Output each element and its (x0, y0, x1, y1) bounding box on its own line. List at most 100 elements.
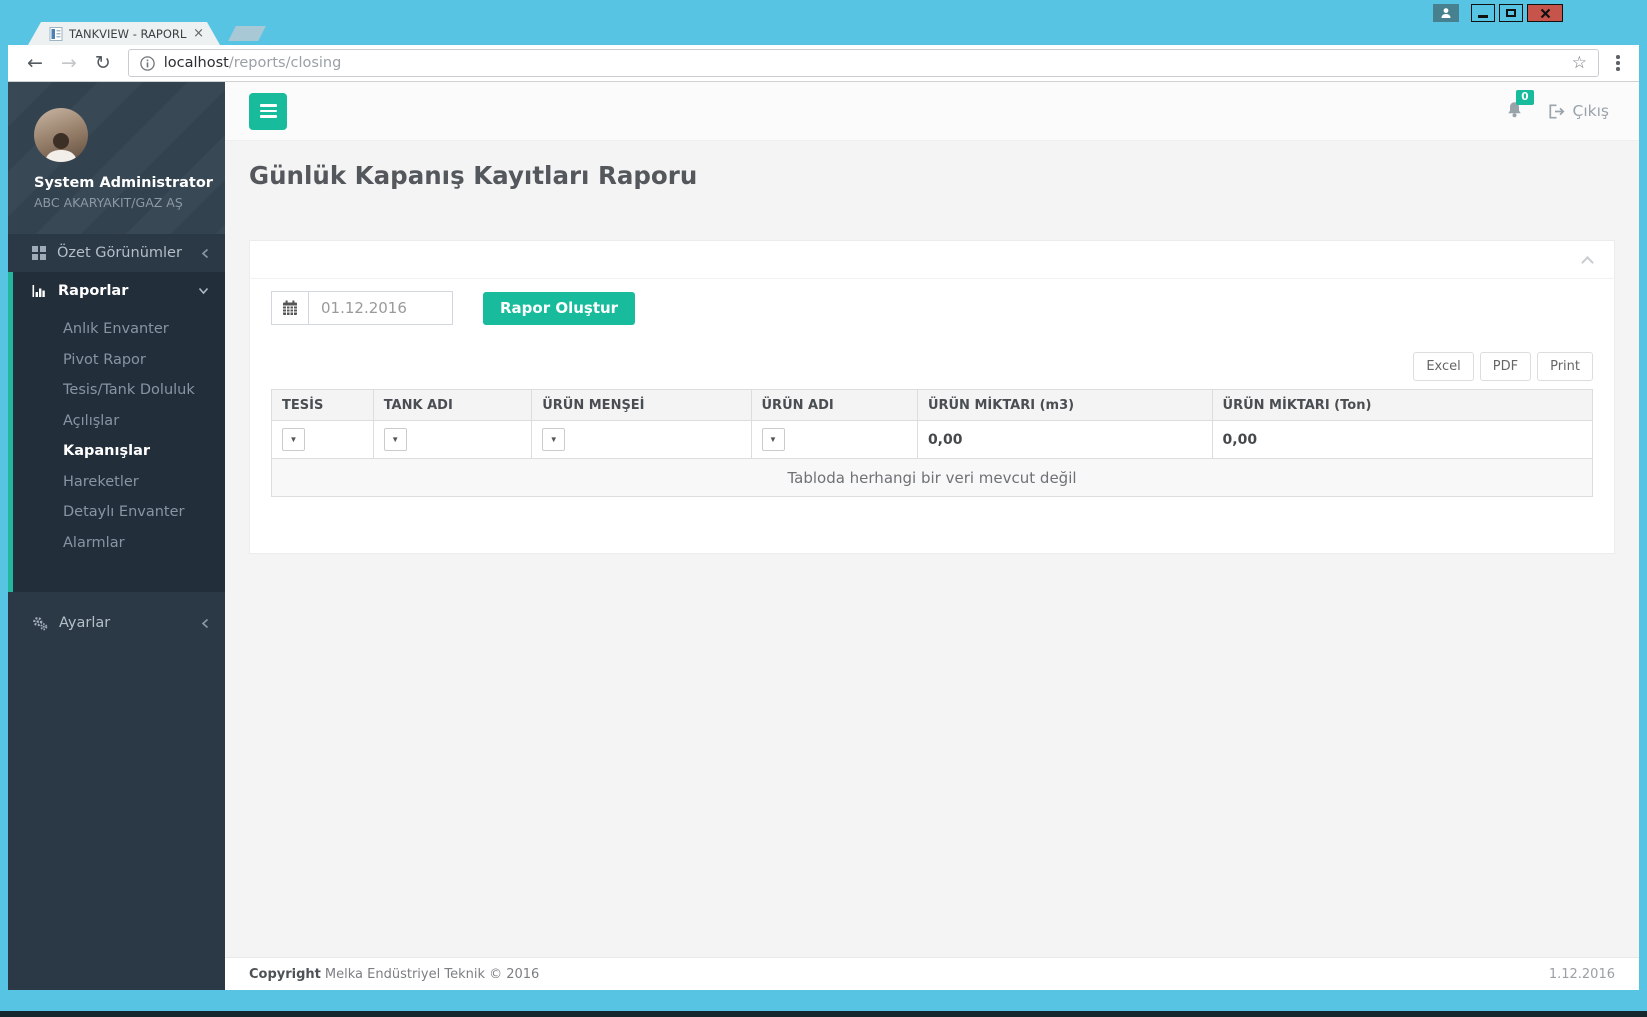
sidebar-item-hareketler[interactable]: Hareketler (13, 467, 225, 498)
back-icon[interactable]: ← (27, 53, 43, 73)
window-titlebar (8, 0, 1639, 22)
column-header-urun-miktari-m3[interactable]: ÜRÜN MİKTARI (m3) (916, 389, 1213, 421)
page-title: Günlük Kapanış Kayıtları Raporu (249, 161, 698, 190)
forward-icon[interactable]: → (61, 53, 77, 73)
minimize-icon (1478, 15, 1488, 18)
sidebar: System Administrator ABC AKARYAKIT/GAZ A… (8, 82, 225, 990)
export-buttons: Excel PDF Print (271, 352, 1593, 381)
sidebar-toggle-button[interactable] (249, 92, 287, 130)
close-button[interactable] (1527, 4, 1563, 22)
browser-toolbar: ← → ↻ localhost/reports/closing ☆ (8, 45, 1639, 82)
close-icon (1540, 8, 1550, 18)
copyright-text: Melka Endüstriyel Teknik © 2016 (324, 966, 540, 982)
export-excel-button[interactable]: Excel (1413, 352, 1474, 381)
column-header-tesis[interactable]: TESİS (271, 389, 374, 421)
calendar-icon (283, 300, 297, 315)
chevron-left-icon (201, 618, 209, 628)
chevron-left-icon (201, 248, 209, 258)
column-header-urun-mensei[interactable]: ÜRÜN MENŞEİ (531, 389, 752, 421)
sidebar-item-ayarlar[interactable]: Ayarlar (8, 602, 225, 644)
table-empty-row: Tabloda herhangi bir veri mevcut değil (271, 458, 1593, 497)
profile-button[interactable] (1433, 4, 1459, 22)
raporlar-submenu: Anlık Envanter Pivot Rapor Tesis/Tank Do… (13, 310, 225, 592)
filter-dropdown-urun-adi[interactable]: ▼ (761, 428, 785, 451)
address-bar[interactable]: localhost/reports/closing ☆ (127, 49, 1599, 77)
minimize-button[interactable] (1471, 4, 1495, 22)
sidebar-item-label: Özet Görünümler (57, 245, 182, 261)
footer: Copyright Melka Endüstriyel Teknik © 2016… (225, 957, 1639, 990)
person-icon (1441, 8, 1451, 18)
grid-icon (32, 246, 46, 260)
table-filter-row: ▼ ▼ ▼ ▼ 0,00 0,00 (271, 420, 1594, 459)
sidebar-item-acilislar[interactable]: Açılışlar (13, 406, 225, 437)
favicon-icon (49, 27, 63, 41)
browser-tab[interactable]: TANKVIEW - RAPORLAR × (28, 22, 220, 45)
avatar (34, 108, 88, 162)
info-icon[interactable] (140, 55, 155, 71)
total-m3: 0,00 (916, 420, 1213, 459)
date-input[interactable] (308, 291, 453, 325)
copyright: Copyright Melka Endüstriyel Teknik © 2016 (249, 967, 539, 982)
user-panel: System Administrator ABC AKARYAKIT/GAZ A… (8, 82, 225, 234)
maximize-icon (1506, 9, 1516, 17)
sidebar-item-label: Ayarlar (59, 615, 111, 631)
tab-title: TANKVIEW - RAPORLAR (69, 26, 187, 41)
browser-menu-icon[interactable] (1607, 51, 1629, 75)
sidebar-item-alarmlar[interactable]: Alarmlar (13, 528, 225, 559)
card-header (250, 241, 1614, 279)
filter-dropdown-tesis[interactable]: ▼ (282, 428, 305, 451)
user-name: System Administrator (34, 175, 213, 191)
reload-icon[interactable]: ↻ (95, 53, 111, 73)
sidebar-item-tesis-tank-doluluk[interactable]: Tesis/Tank Doluluk (13, 375, 225, 406)
new-tab-button[interactable] (228, 26, 266, 41)
report-form: Rapor Oluştur (271, 291, 1593, 325)
user-company: ABC AKARYAKIT/GAZ AŞ (34, 195, 183, 210)
date-input-group (271, 291, 453, 325)
calendar-addon (271, 291, 308, 325)
tab-close-icon[interactable]: × (193, 27, 204, 40)
filter-dropdown-tank-adi[interactable]: ▼ (383, 428, 407, 451)
chevron-down-icon (198, 287, 209, 295)
export-print-button[interactable]: Print (1537, 352, 1593, 381)
report-table: TESİS TANK ADI ÜRÜN MENŞEİ ÜRÜN ADI ÜRÜN… (271, 389, 1594, 497)
logout-button[interactable]: Çıkış (1548, 102, 1610, 120)
sidebar-item-kapanislar[interactable]: Kapanışlar (13, 436, 225, 467)
sidebar-item-ozet-gorunumler[interactable]: Özet Görünümler (8, 234, 225, 272)
maximize-button[interactable] (1499, 4, 1523, 22)
sidebar-item-detayli-envanter[interactable]: Detaylı Envanter (13, 497, 225, 528)
page-content: Günlük Kapanış Kayıtları Raporu 01.12.20… (225, 141, 1639, 957)
sidebar-item-label: Raporlar (58, 283, 129, 299)
total-ton: 0,00 (1211, 420, 1594, 459)
url-path: /reports/closing (228, 55, 342, 71)
export-pdf-button[interactable]: PDF (1479, 352, 1532, 381)
sidebar-section-raporlar: Raporlar Anlık Envanter Pivot Rapor Tesi… (8, 272, 225, 592)
column-header-urun-adi[interactable]: ÜRÜN ADI (750, 389, 918, 421)
sidebar-item-pivot-rapor[interactable]: Pivot Rapor (13, 345, 225, 376)
column-header-urun-miktari-ton[interactable]: ÜRÜN MİKTARI (Ton) (1211, 389, 1594, 421)
logout-label: Çıkış (1572, 102, 1610, 120)
sidebar-item-anlik-envanter[interactable]: Anlık Envanter (13, 314, 225, 345)
sign-out-icon (1548, 103, 1565, 119)
sidebar-item-raporlar[interactable]: Raporlar (13, 272, 225, 310)
gears-icon (33, 616, 48, 630)
report-card: Rapor Oluştur Excel PDF Print (249, 240, 1615, 554)
notification-badge: 0 (1516, 89, 1534, 106)
footer-date: 1.12.2016 (1548, 966, 1615, 982)
collapse-chevron-up-icon[interactable] (1581, 256, 1594, 269)
table-header-row: TESİS TANK ADI ÜRÜN MENŞEİ ÜRÜN ADI ÜRÜN… (271, 389, 1594, 421)
top-navbar: 0 Çıkış (225, 82, 1639, 141)
column-header-tank-adi[interactable]: TANK ADI (372, 389, 533, 421)
app-area: System Administrator ABC AKARYAKIT/GAZ A… (8, 82, 1639, 990)
notifications-button[interactable]: 0 (1505, 89, 1534, 123)
generate-report-button[interactable]: Rapor Oluştur (483, 291, 636, 325)
tab-strip: TANKVIEW - RAPORLAR × (8, 22, 1639, 45)
browser-window: TANKVIEW - RAPORLAR × ← → ↻ localhost/re… (0, 0, 1647, 1017)
bar-chart-icon (32, 285, 45, 297)
person-silhouette-icon (45, 133, 77, 162)
bookmark-star-icon[interactable]: ☆ (1572, 53, 1587, 73)
card-body: Rapor Oluştur Excel PDF Print (250, 279, 1614, 553)
main-area: 0 Çıkış Günlük Kapanış Kayıtları Raporu (225, 82, 1639, 990)
url-host: localhost (163, 55, 229, 71)
copyright-label: Copyright (249, 966, 321, 982)
filter-dropdown-urun-mensei[interactable]: ▼ (542, 428, 566, 451)
